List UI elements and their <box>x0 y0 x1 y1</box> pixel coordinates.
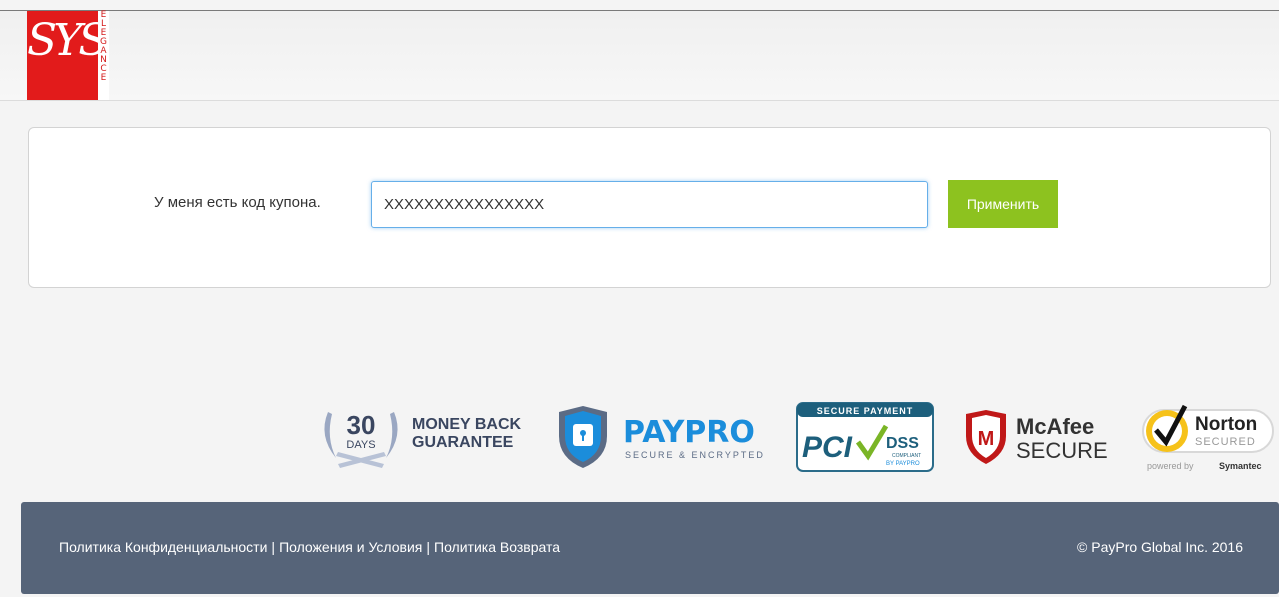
norton-name: Norton <box>1195 414 1257 435</box>
paypro-name: PAYPRO <box>623 415 755 450</box>
days-label: DAYS <box>346 439 375 451</box>
coupon-label: У меня есть код купона. <box>154 194 321 211</box>
footer-separator: | <box>426 539 430 555</box>
pci-dss-badge: SECURE PAYMENT PCI DSS COMPLIANT BY PAYP… <box>796 402 934 472</box>
logo-side-text: ELEGANCE <box>98 11 109 100</box>
mcafee-secure-text: SECURE <box>1016 438 1108 463</box>
footer-separator: | <box>271 539 276 555</box>
by-paypro-text: BY PAYPRO <box>886 461 920 467</box>
privacy-policy-link[interactable]: Политика Конфиденциальности <box>59 539 267 555</box>
logo[interactable]: SYS ELEGANCE <box>27 11 109 100</box>
norton-secured-text: SECURED <box>1195 436 1256 448</box>
mcafee-secure-badge: M McAfee SECURE <box>966 410 1108 464</box>
logo-main-text: SYS <box>27 11 108 100</box>
compliant-text: COMPLIANT <box>892 453 921 459</box>
money-back-guarantee-badge: 30 DAYS MONEY BACK GUARANTEE <box>324 410 521 468</box>
header: SYS ELEGANCE <box>0 11 1279 101</box>
paypro-secure-badge: PAYPRO SECURE & ENCRYPTED <box>559 406 765 468</box>
pci-text: PCI <box>802 431 853 464</box>
shield-lock-icon <box>559 406 607 468</box>
apply-coupon-button[interactable]: Применить <box>948 180 1058 228</box>
pci-banner: SECURE PAYMENT <box>817 406 914 416</box>
terms-conditions-link[interactable]: Положения и Условия <box>279 539 422 555</box>
mcafee-shield-icon: M <box>966 410 1006 464</box>
copyright-text: © PayPro Global Inc. 2016 <box>1077 539 1243 555</box>
mcafee-name: McAfee <box>1016 414 1094 439</box>
days-number: 30 <box>347 410 376 440</box>
coupon-input[interactable] <box>371 181 928 228</box>
refund-policy-link[interactable]: Политика Возврата <box>434 539 560 555</box>
svg-text:M: M <box>978 428 995 450</box>
norton-secured-badge: Norton SECURED powered by Symantec <box>1142 404 1274 471</box>
norton-powered-text: powered by <box>1147 461 1194 471</box>
paypro-tagline: SECURE & ENCRYPTED <box>625 450 765 460</box>
money-back-line1: MONEY BACK <box>412 416 521 433</box>
dss-text: DSS <box>886 435 919 452</box>
money-back-line2: GUARANTEE <box>412 434 514 451</box>
footer: Политика Конфиденциальности | Положения и … <box>21 502 1279 594</box>
footer-links: Политика Конфиденциальности | Положения и … <box>59 538 560 556</box>
norton-brand-text: Symantec <box>1219 461 1262 471</box>
